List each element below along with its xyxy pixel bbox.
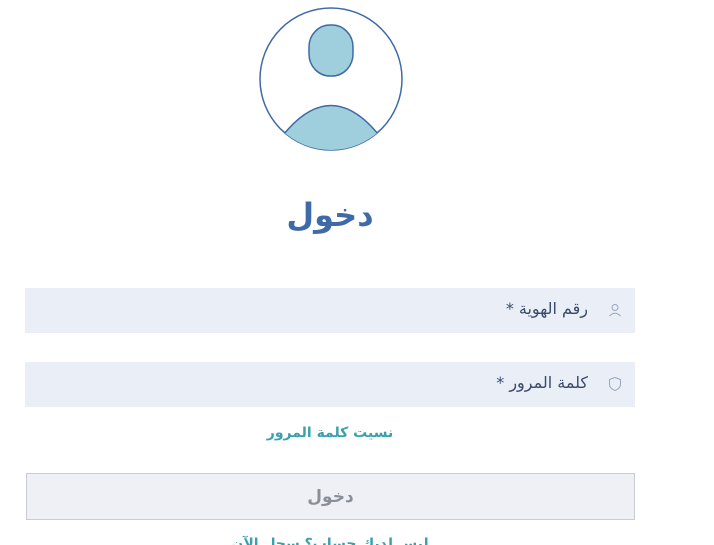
id-number-field[interactable]: رقم الهوية * [25,288,635,333]
register-link[interactable]: ليس لديك حساب؟ سجل الآن [0,534,660,545]
login-button[interactable]: دخول [26,473,635,520]
page-title: دخول [286,196,374,234]
id-number-input[interactable] [25,288,635,333]
password-field[interactable]: كلمة المرور * [25,362,635,407]
forgot-password-link[interactable]: نسيت كلمة المرور [0,425,660,441]
user-avatar-icon [259,7,403,151]
password-input[interactable] [25,362,635,407]
